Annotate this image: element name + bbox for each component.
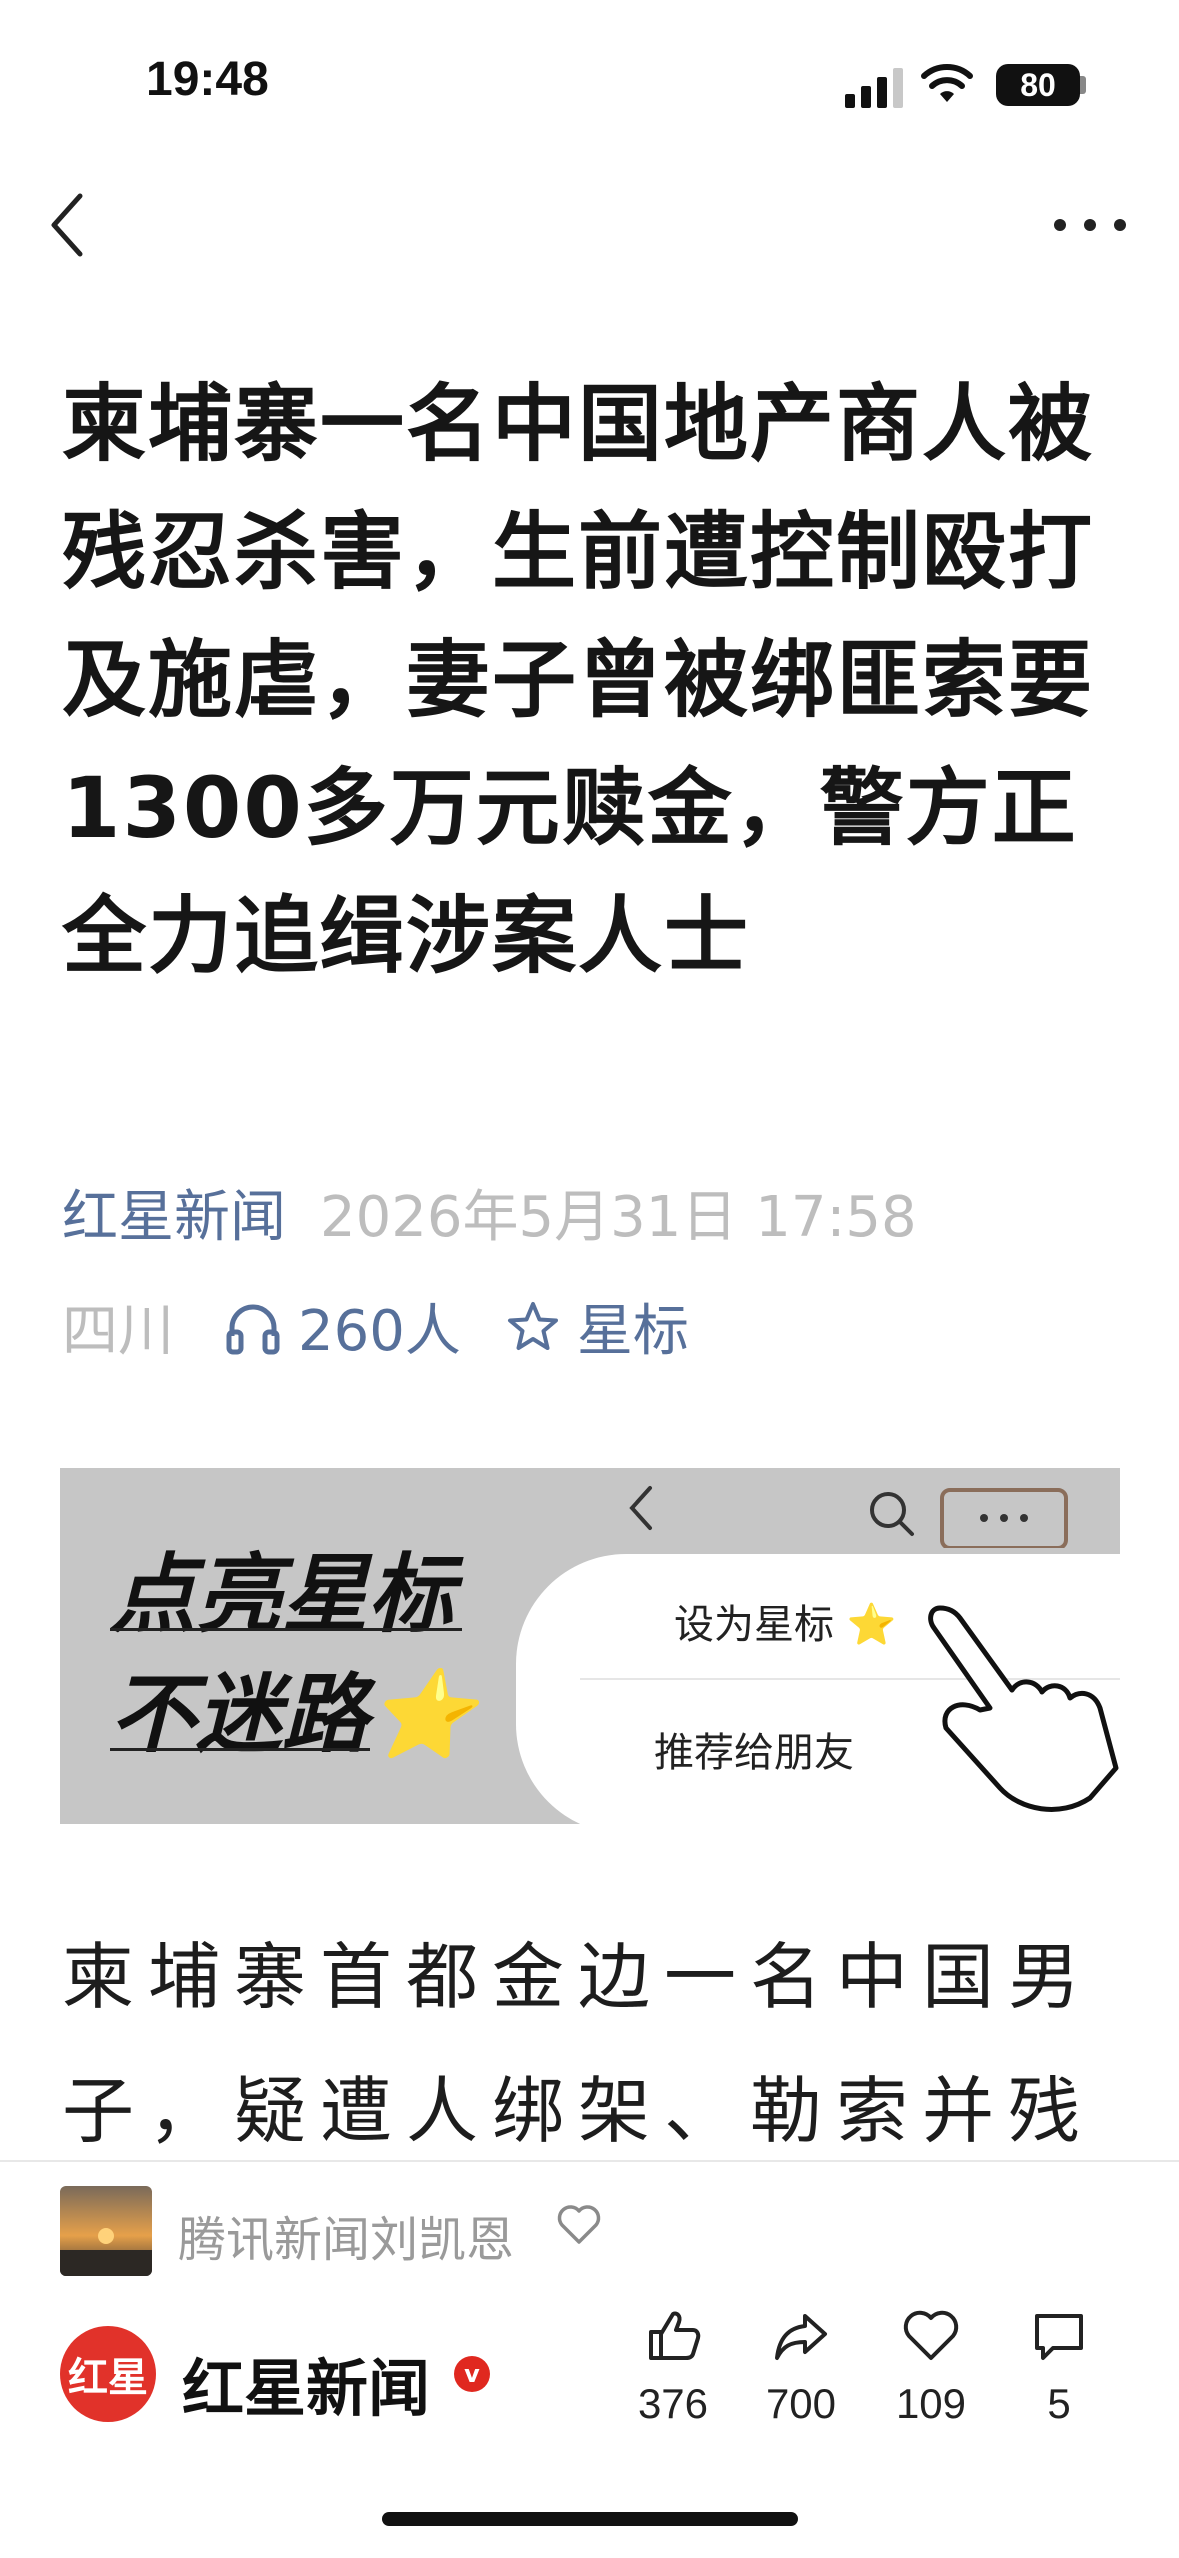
follow-heart-icon[interactable] bbox=[556, 2202, 602, 2248]
banner-menu-recommend: 推荐给朋友 bbox=[654, 1730, 854, 1776]
pointing-hand-icon bbox=[928, 1605, 1119, 1812]
article-meta-secondary: 四川 260人 星标 bbox=[62, 1286, 689, 1367]
brand-logo[interactable]: 红星 bbox=[60, 2326, 156, 2422]
banner-menu-set-star: 设为星标 ⭐ bbox=[674, 1602, 897, 1648]
source-link[interactable]: 红星新闻 bbox=[62, 1185, 286, 1250]
battery-tip bbox=[1080, 76, 1086, 94]
back-chevron-icon[interactable] bbox=[44, 190, 94, 260]
article-meta: 红星新闻 2026年5月31日 17:58 bbox=[62, 1172, 917, 1253]
like-button[interactable]: 376 bbox=[618, 2306, 728, 2428]
share-count: 700 bbox=[765, 2380, 837, 2427]
star-outline-icon[interactable] bbox=[505, 1299, 561, 1355]
heart-icon bbox=[903, 2310, 959, 2360]
comment-bubble-icon bbox=[1035, 2314, 1083, 2360]
star-promo-banner[interactable]: 点亮星标 不迷路⭐ 设为星标 ⭐ 推荐给朋友 bbox=[60, 1468, 1120, 1824]
headphones-icon[interactable] bbox=[224, 1298, 282, 1356]
wifi-icon bbox=[921, 64, 973, 102]
signal-icon bbox=[845, 68, 903, 108]
thumbs-up-icon bbox=[649, 2311, 701, 2360]
verified-badge-icon: v bbox=[454, 2356, 490, 2392]
banner-underline-1 bbox=[110, 1628, 462, 1631]
listen-count[interactable]: 260人 bbox=[298, 1286, 461, 1367]
like-count: 376 bbox=[637, 2380, 709, 2427]
share-button[interactable]: 700 bbox=[746, 2306, 856, 2428]
brand-name[interactable]: 红星新闻 bbox=[182, 2338, 430, 2428]
region-label: 四川 bbox=[62, 1299, 174, 1364]
star-label[interactable]: 星标 bbox=[577, 1286, 689, 1367]
comment-button[interactable]: 5 bbox=[1004, 2306, 1114, 2428]
favorite-button[interactable]: 109 bbox=[876, 2306, 986, 2428]
author-name[interactable]: 腾讯新闻刘凯恩 bbox=[178, 2200, 514, 2270]
publish-datetime: 2026年5月31日 17:58 bbox=[320, 1185, 917, 1250]
author-avatar[interactable] bbox=[60, 2186, 152, 2276]
article-title: 柬埔寨一名中国地产商人被残忍杀害，生前遭控制殴打及施虐，妻子曾被绑匪索要1300… bbox=[62, 375, 1095, 985]
more-options-icon[interactable] bbox=[1050, 210, 1130, 240]
banner-underline-2 bbox=[110, 1748, 370, 1751]
battery-indicator: 80 bbox=[996, 64, 1080, 106]
home-indicator[interactable] bbox=[382, 2512, 798, 2526]
comment-count: 5 bbox=[1047, 2380, 1071, 2427]
favorite-count: 109 bbox=[895, 2380, 967, 2427]
status-time: 19:48 bbox=[146, 53, 269, 106]
share-arrow-icon bbox=[775, 2314, 827, 2360]
